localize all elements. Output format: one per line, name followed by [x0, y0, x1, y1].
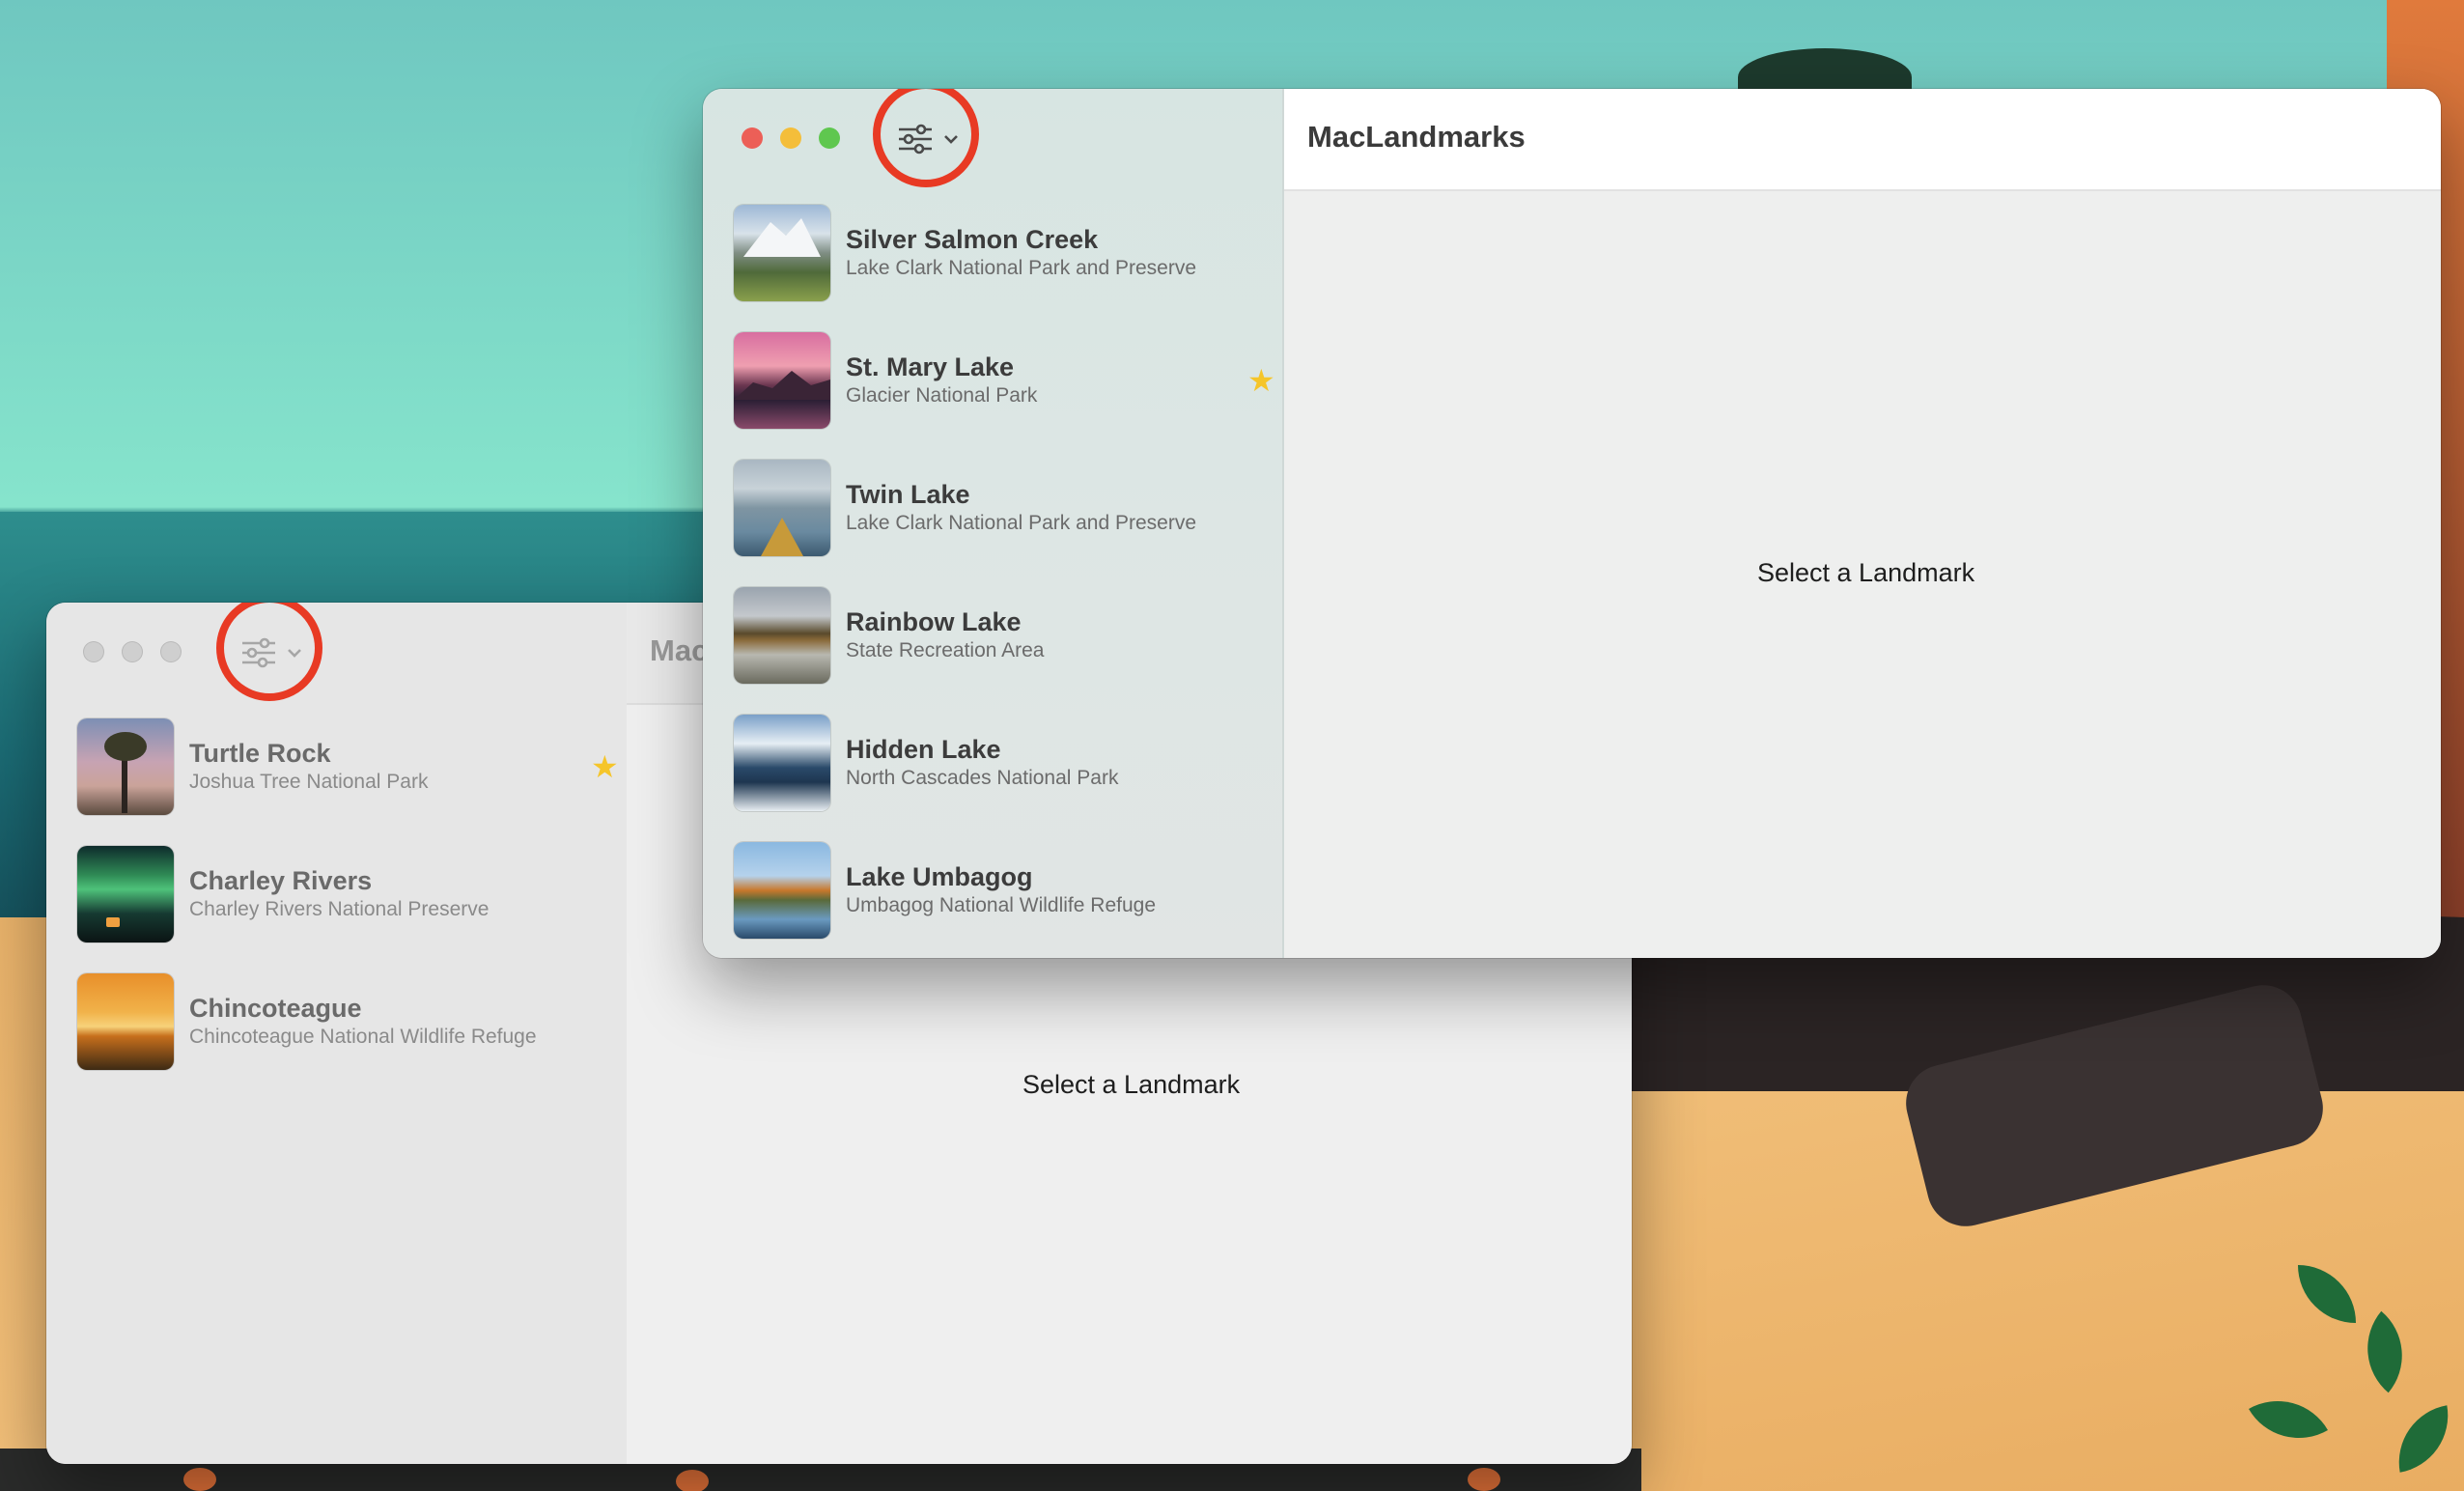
- landmark-name: Rainbow Lake: [846, 607, 1022, 636]
- landmark-park: State Recreation Area: [846, 639, 1045, 661]
- landmark-park: Lake Clark National Park and Preserve: [846, 512, 1197, 534]
- landmark-park: Joshua Tree National Park: [189, 771, 429, 793]
- highlight-ring: [216, 603, 322, 701]
- toolbar: MacLandmarks: [1284, 89, 2441, 191]
- list-item[interactable]: Silver Salmon Creek Lake Clark National …: [734, 189, 1282, 317]
- list-item[interactable]: Hidden Lake North Cascades National Park: [734, 699, 1282, 827]
- star-icon: ★: [591, 749, 619, 784]
- wallpaper-flower: [676, 1470, 709, 1491]
- landmark-thumbnail: [77, 846, 174, 942]
- list-item[interactable]: Charley Rivers Charley Rivers National P…: [77, 830, 627, 958]
- window-title: MacLandmarks: [1307, 120, 1526, 154]
- landmark-name: Silver Salmon Creek: [846, 225, 1099, 254]
- star-icon: ★: [1247, 363, 1275, 398]
- minimize-button[interactable]: [122, 641, 143, 662]
- empty-state-label: Select a Landmark: [1022, 1070, 1241, 1099]
- window-controls: [83, 641, 182, 662]
- wallpaper-flower: [183, 1468, 216, 1491]
- list-item[interactable]: Turtle Rock Joshua Tree National Park ★: [77, 703, 627, 830]
- landmark-park: Glacier National Park: [846, 384, 1038, 407]
- empty-state-label: Select a Landmark: [1757, 558, 1975, 587]
- landmark-thumbnail: [734, 205, 830, 301]
- landmark-thumbnail: [734, 715, 830, 811]
- landmark-name: St. Mary Lake: [846, 352, 1015, 381]
- list-item[interactable]: Twin Lake Lake Clark National Park and P…: [734, 444, 1282, 572]
- landmark-list: Silver Salmon Creek Lake Clark National …: [703, 189, 1282, 954]
- landmark-name: Hidden Lake: [846, 735, 1001, 764]
- landmark-thumbnail: [734, 842, 830, 939]
- window-controls: [742, 127, 840, 149]
- sidebar: Silver Salmon Creek Lake Clark National …: [703, 89, 1284, 958]
- minimize-button[interactable]: [780, 127, 801, 149]
- landmark-park: North Cascades National Park: [846, 767, 1119, 789]
- sidebar: Turtle Rock Joshua Tree National Park ★ …: [46, 603, 629, 1464]
- landmark-park: Umbagog National Wildlife Refuge: [846, 894, 1156, 916]
- landmark-name: Twin Lake: [846, 480, 970, 509]
- landmark-name: Lake Umbagog: [846, 862, 1033, 891]
- detail-pane: MacLandmarks Select a Landmark: [1284, 89, 2441, 958]
- landmark-list: Turtle Rock Joshua Tree National Park ★ …: [46, 703, 627, 1085]
- wallpaper-flower: [1468, 1468, 1500, 1491]
- landmark-thumbnail: [734, 332, 830, 429]
- landmark-name: Chincoteague: [189, 994, 362, 1023]
- landmark-name: Turtle Rock: [189, 739, 331, 768]
- list-item[interactable]: Lake Umbagog Umbagog National Wildlife R…: [734, 827, 1282, 954]
- list-item[interactable]: Rainbow Lake State Recreation Area: [734, 572, 1282, 699]
- landmark-name: Charley Rivers: [189, 866, 373, 895]
- list-item[interactable]: St. Mary Lake Glacier National Park ★: [734, 317, 1282, 444]
- landmark-park: Lake Clark National Park and Preserve: [846, 257, 1197, 279]
- close-button[interactable]: [83, 641, 104, 662]
- landmark-park: Charley Rivers National Preserve: [189, 898, 490, 920]
- highlight-ring: [873, 89, 979, 187]
- window-title: Mac: [650, 633, 709, 667]
- zoom-button[interactable]: [819, 127, 840, 149]
- close-button[interactable]: [742, 127, 763, 149]
- landmark-thumbnail: [734, 460, 830, 556]
- landmark-thumbnail: [77, 973, 174, 1070]
- zoom-button[interactable]: [160, 641, 182, 662]
- landmark-thumbnail: [77, 718, 174, 815]
- landmark-park: Chincoteague National Wildlife Refuge: [189, 1026, 537, 1048]
- landmarks-window[interactable]: Silver Salmon Creek Lake Clark National …: [703, 89, 2441, 958]
- list-item[interactable]: Chincoteague Chincoteague National Wildl…: [77, 958, 627, 1085]
- landmark-thumbnail: [734, 587, 830, 684]
